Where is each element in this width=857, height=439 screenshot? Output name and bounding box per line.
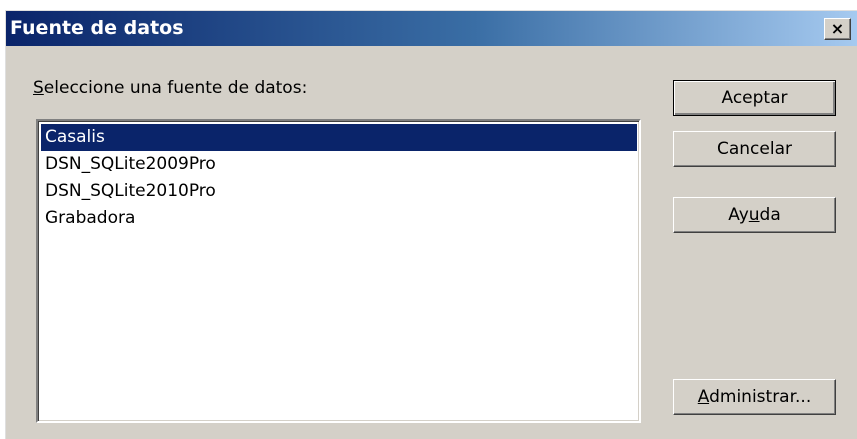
list-item[interactable]: Casalis — [41, 124, 637, 151]
help-button[interactable]: Ayuda — [673, 197, 836, 233]
help-label-end: da — [759, 205, 781, 225]
data-source-list[interactable]: Casalis DSN_SQLite2009Pro DSN_SQLite2010… — [36, 119, 641, 423]
cancel-button[interactable]: Cancelar — [673, 131, 836, 167]
manage-label-end: dministrar... — [709, 387, 812, 407]
prompt-label-text: eleccione una fuente de datos: — [43, 78, 308, 98]
list-item[interactable]: Grabadora — [41, 205, 637, 232]
window-title: Fuente de datos — [10, 17, 184, 39]
help-label-start: Ay — [728, 205, 749, 225]
manage-button[interactable]: Administrar... — [673, 379, 836, 415]
manage-mnemonic: A — [697, 387, 710, 407]
prompt-mnemonic: S — [33, 78, 44, 98]
title-bar[interactable]: Fuente de datos × — [6, 11, 857, 46]
help-mnemonic: u — [748, 205, 760, 225]
close-icon: × — [830, 19, 845, 38]
accept-button[interactable]: Aceptar — [673, 80, 836, 116]
list-item[interactable]: DSN_SQLite2010Pro — [41, 178, 637, 205]
data-source-prompt-label: Seleccione una fuente de datos: — [33, 78, 307, 98]
close-button[interactable]: × — [824, 18, 851, 40]
data-source-dialog: Fuente de datos × Seleccione una fuente … — [5, 10, 857, 439]
list-item[interactable]: DSN_SQLite2009Pro — [41, 151, 637, 178]
